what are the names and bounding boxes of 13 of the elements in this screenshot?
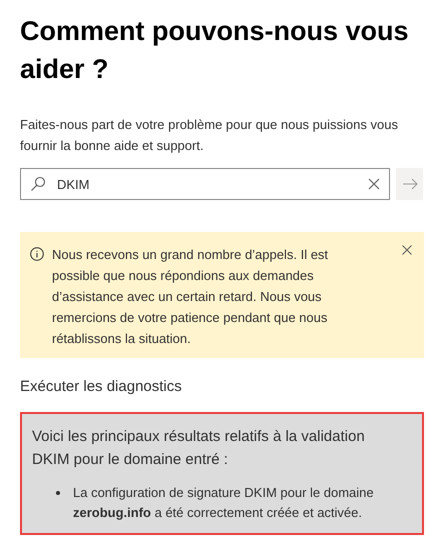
bullet-icon (56, 491, 60, 495)
arrow-icon (402, 178, 418, 190)
search-field[interactable]: DKIM (20, 168, 390, 200)
result-item: La configuration de signature DKIM pour le domaine zerobug.info a été correctement créée et activée. (73, 484, 375, 522)
intro-text: Faites-nous part de votre problème pour que nous puissions vous fournir la bonne aide et support. (20, 116, 399, 155)
page-title: Comment pouvons-nous vous aider ? (20, 15, 410, 86)
section-heading: Exécuter les diagnostics (20, 377, 183, 397)
clear-icon[interactable] (368, 178, 380, 190)
search-icon (30, 176, 46, 192)
notice-text: Nous recevons un grand nombre d’appels. Il est possible que nous répondions aux demandes d’assistance avec un certain retard. Nous vous remercions de votre patience pendant que nous rétablissons la situation. (52, 246, 330, 348)
info-icon (30, 247, 44, 261)
close-icon[interactable] (402, 245, 412, 255)
result-title: Voici les principaux résultats relatifs à la validation DKIM pour le domaine entré : (32, 427, 366, 470)
